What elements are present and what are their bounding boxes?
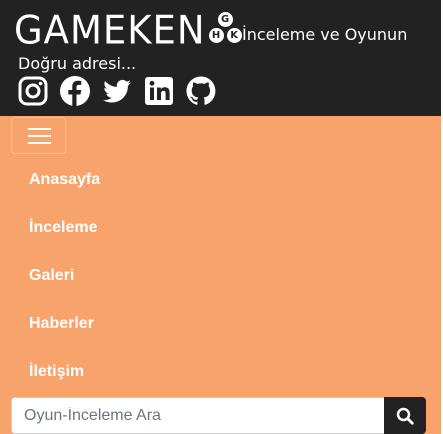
search-input[interactable]: [11, 397, 384, 434]
badge-letter-k: K: [226, 28, 242, 43]
search-icon: [396, 407, 414, 425]
logo-badge: G H K: [208, 12, 244, 46]
nav-item-anasayfa[interactable]: Anasayfa: [29, 171, 100, 189]
github-icon[interactable]: [185, 75, 217, 107]
header-bar: GAMEKEN G H K İnceleme ve Oyunun Doğru a…: [0, 0, 441, 116]
logo-text: GAMEKEN: [14, 7, 206, 54]
hamburger-line: [28, 135, 51, 137]
tagline-line1: İnceleme ve Oyunun: [242, 25, 408, 44]
nav-item-inceleme[interactable]: İnceleme: [29, 219, 97, 237]
site-logo[interactable]: GAMEKEN G H K: [14, 7, 244, 54]
badge-letter-g: G: [217, 12, 233, 27]
search-button[interactable]: [384, 397, 426, 434]
twitter-icon[interactable]: [101, 75, 133, 107]
linkedin-icon[interactable]: [143, 75, 175, 107]
tagline-line2: Doğru adresi...: [18, 54, 137, 73]
hamburger-line: [28, 128, 51, 130]
navbar-toggle-button[interactable]: [11, 117, 66, 154]
search-form: [11, 397, 426, 434]
nav-item-iletisim[interactable]: İletişim: [29, 363, 84, 381]
social-links: [17, 75, 217, 107]
nav-item-galeri[interactable]: Galeri: [29, 267, 74, 285]
instagram-icon[interactable]: [17, 75, 49, 107]
nav-item-haberler[interactable]: Haberler: [29, 315, 94, 333]
facebook-icon[interactable]: [59, 75, 91, 107]
hamburger-line: [28, 142, 51, 144]
badge-letter-h: H: [208, 28, 224, 43]
